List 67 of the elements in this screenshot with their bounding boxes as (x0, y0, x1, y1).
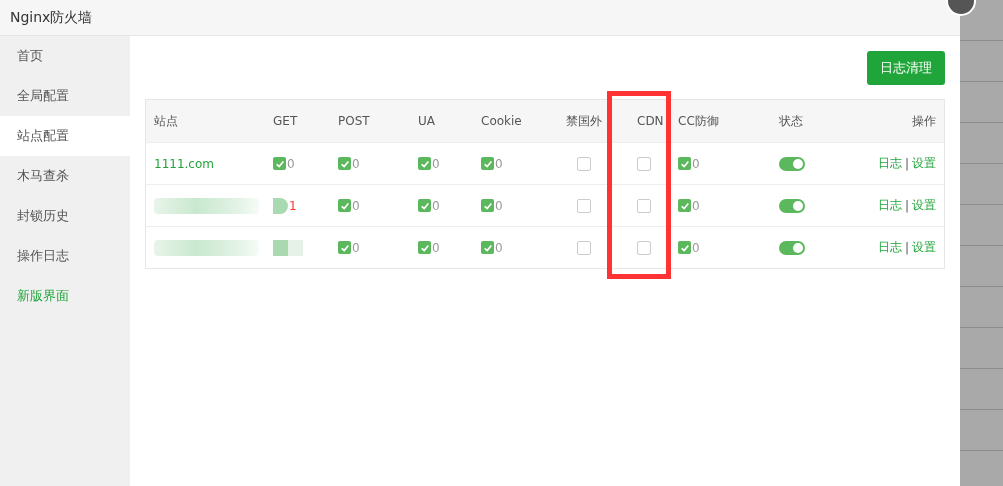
hit-count: 0 (495, 156, 503, 171)
hit-count: 0 (495, 198, 503, 213)
checkbox[interactable] (338, 241, 351, 254)
window-title: Nginx防火墙 (10, 8, 93, 27)
checkbox[interactable] (481, 157, 494, 170)
checkbox[interactable] (637, 240, 651, 255)
action-link[interactable]: 设置 (912, 197, 936, 214)
hit-count: 0 (432, 198, 440, 213)
hit-count: 0 (432, 240, 440, 255)
column-header: 操作 (912, 112, 936, 130)
column-header: Cookie (481, 114, 522, 128)
checkbox[interactable] (418, 199, 431, 212)
sidebar-item[interactable]: 站点配置 (0, 116, 130, 156)
column-header: UA (418, 114, 435, 128)
checkbox[interactable] (577, 240, 591, 255)
sidebar-item[interactable]: 首页 (0, 36, 130, 76)
checkbox[interactable] (418, 157, 431, 170)
separator: | (904, 240, 909, 255)
checkbox[interactable] (577, 198, 591, 213)
column-header: 禁国外 (566, 112, 602, 130)
checkbox[interactable] (418, 241, 431, 254)
column-header: 站点 (154, 112, 178, 130)
status-toggle[interactable] (779, 198, 805, 213)
action-link[interactable]: 设置 (912, 155, 936, 172)
checkbox[interactable] (481, 199, 494, 212)
redaction-blur (273, 197, 288, 214)
checkbox[interactable] (577, 156, 591, 171)
redaction-blur (273, 239, 303, 256)
sidebar-item[interactable]: 操作日志 (0, 236, 130, 276)
hit-count: 0 (352, 198, 360, 213)
column-header: POST (338, 114, 370, 128)
status-toggle[interactable] (779, 156, 805, 171)
action-link[interactable]: 设置 (912, 239, 936, 256)
sidebar-item[interactable]: 木马查杀 (0, 156, 130, 196)
checkbox[interactable] (338, 199, 351, 212)
action-link[interactable]: 日志 (877, 197, 902, 214)
checkbox[interactable] (481, 241, 494, 254)
hit-count: 0 (495, 240, 503, 255)
separator: | (904, 156, 909, 171)
column-header: 状态 (779, 112, 803, 130)
checkbox[interactable] (637, 198, 651, 213)
column-header: CC防御 (678, 112, 719, 130)
checkbox[interactable] (273, 157, 286, 170)
checkbox[interactable] (678, 157, 691, 170)
column-header: GET (273, 114, 298, 128)
action-link[interactable]: 日志 (877, 239, 902, 256)
action-link[interactable]: 日志 (877, 155, 902, 172)
status-toggle[interactable] (779, 240, 805, 255)
hit-count: 0 (692, 198, 700, 213)
sidebar-item[interactable]: 新版界面 (0, 276, 130, 316)
hit-count: 1 (289, 198, 297, 213)
sidebar-item[interactable]: 封锁历史 (0, 196, 130, 236)
separator: | (904, 198, 909, 213)
sidebar-item[interactable]: 全局配置 (0, 76, 130, 116)
hit-count: 0 (692, 240, 700, 255)
hit-count: 0 (287, 156, 295, 171)
checkbox[interactable] (637, 156, 651, 171)
clear-logs-button[interactable]: 日志清理 (867, 51, 945, 85)
hit-count: 0 (352, 156, 360, 171)
checkbox[interactable] (678, 199, 691, 212)
checkbox[interactable] (678, 241, 691, 254)
column-header: CDN (637, 114, 664, 128)
checkbox[interactable] (338, 157, 351, 170)
site-link[interactable]: 1111.com (154, 156, 214, 171)
hit-count: 0 (432, 156, 440, 171)
hit-count: 0 (692, 156, 700, 171)
hit-count: 0 (352, 240, 360, 255)
